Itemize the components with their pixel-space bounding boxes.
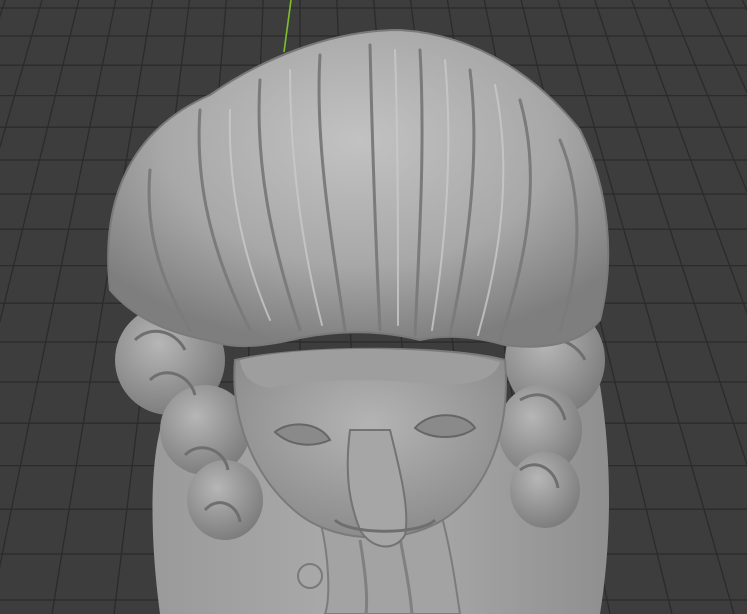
coat-button [297,563,323,589]
sculpted-bust-mesh[interactable] [107,28,610,614]
left-curls [187,460,263,540]
right-curls [510,452,580,528]
viewport-canvas[interactable] [0,0,747,614]
3d-viewport[interactable] [0,0,747,614]
